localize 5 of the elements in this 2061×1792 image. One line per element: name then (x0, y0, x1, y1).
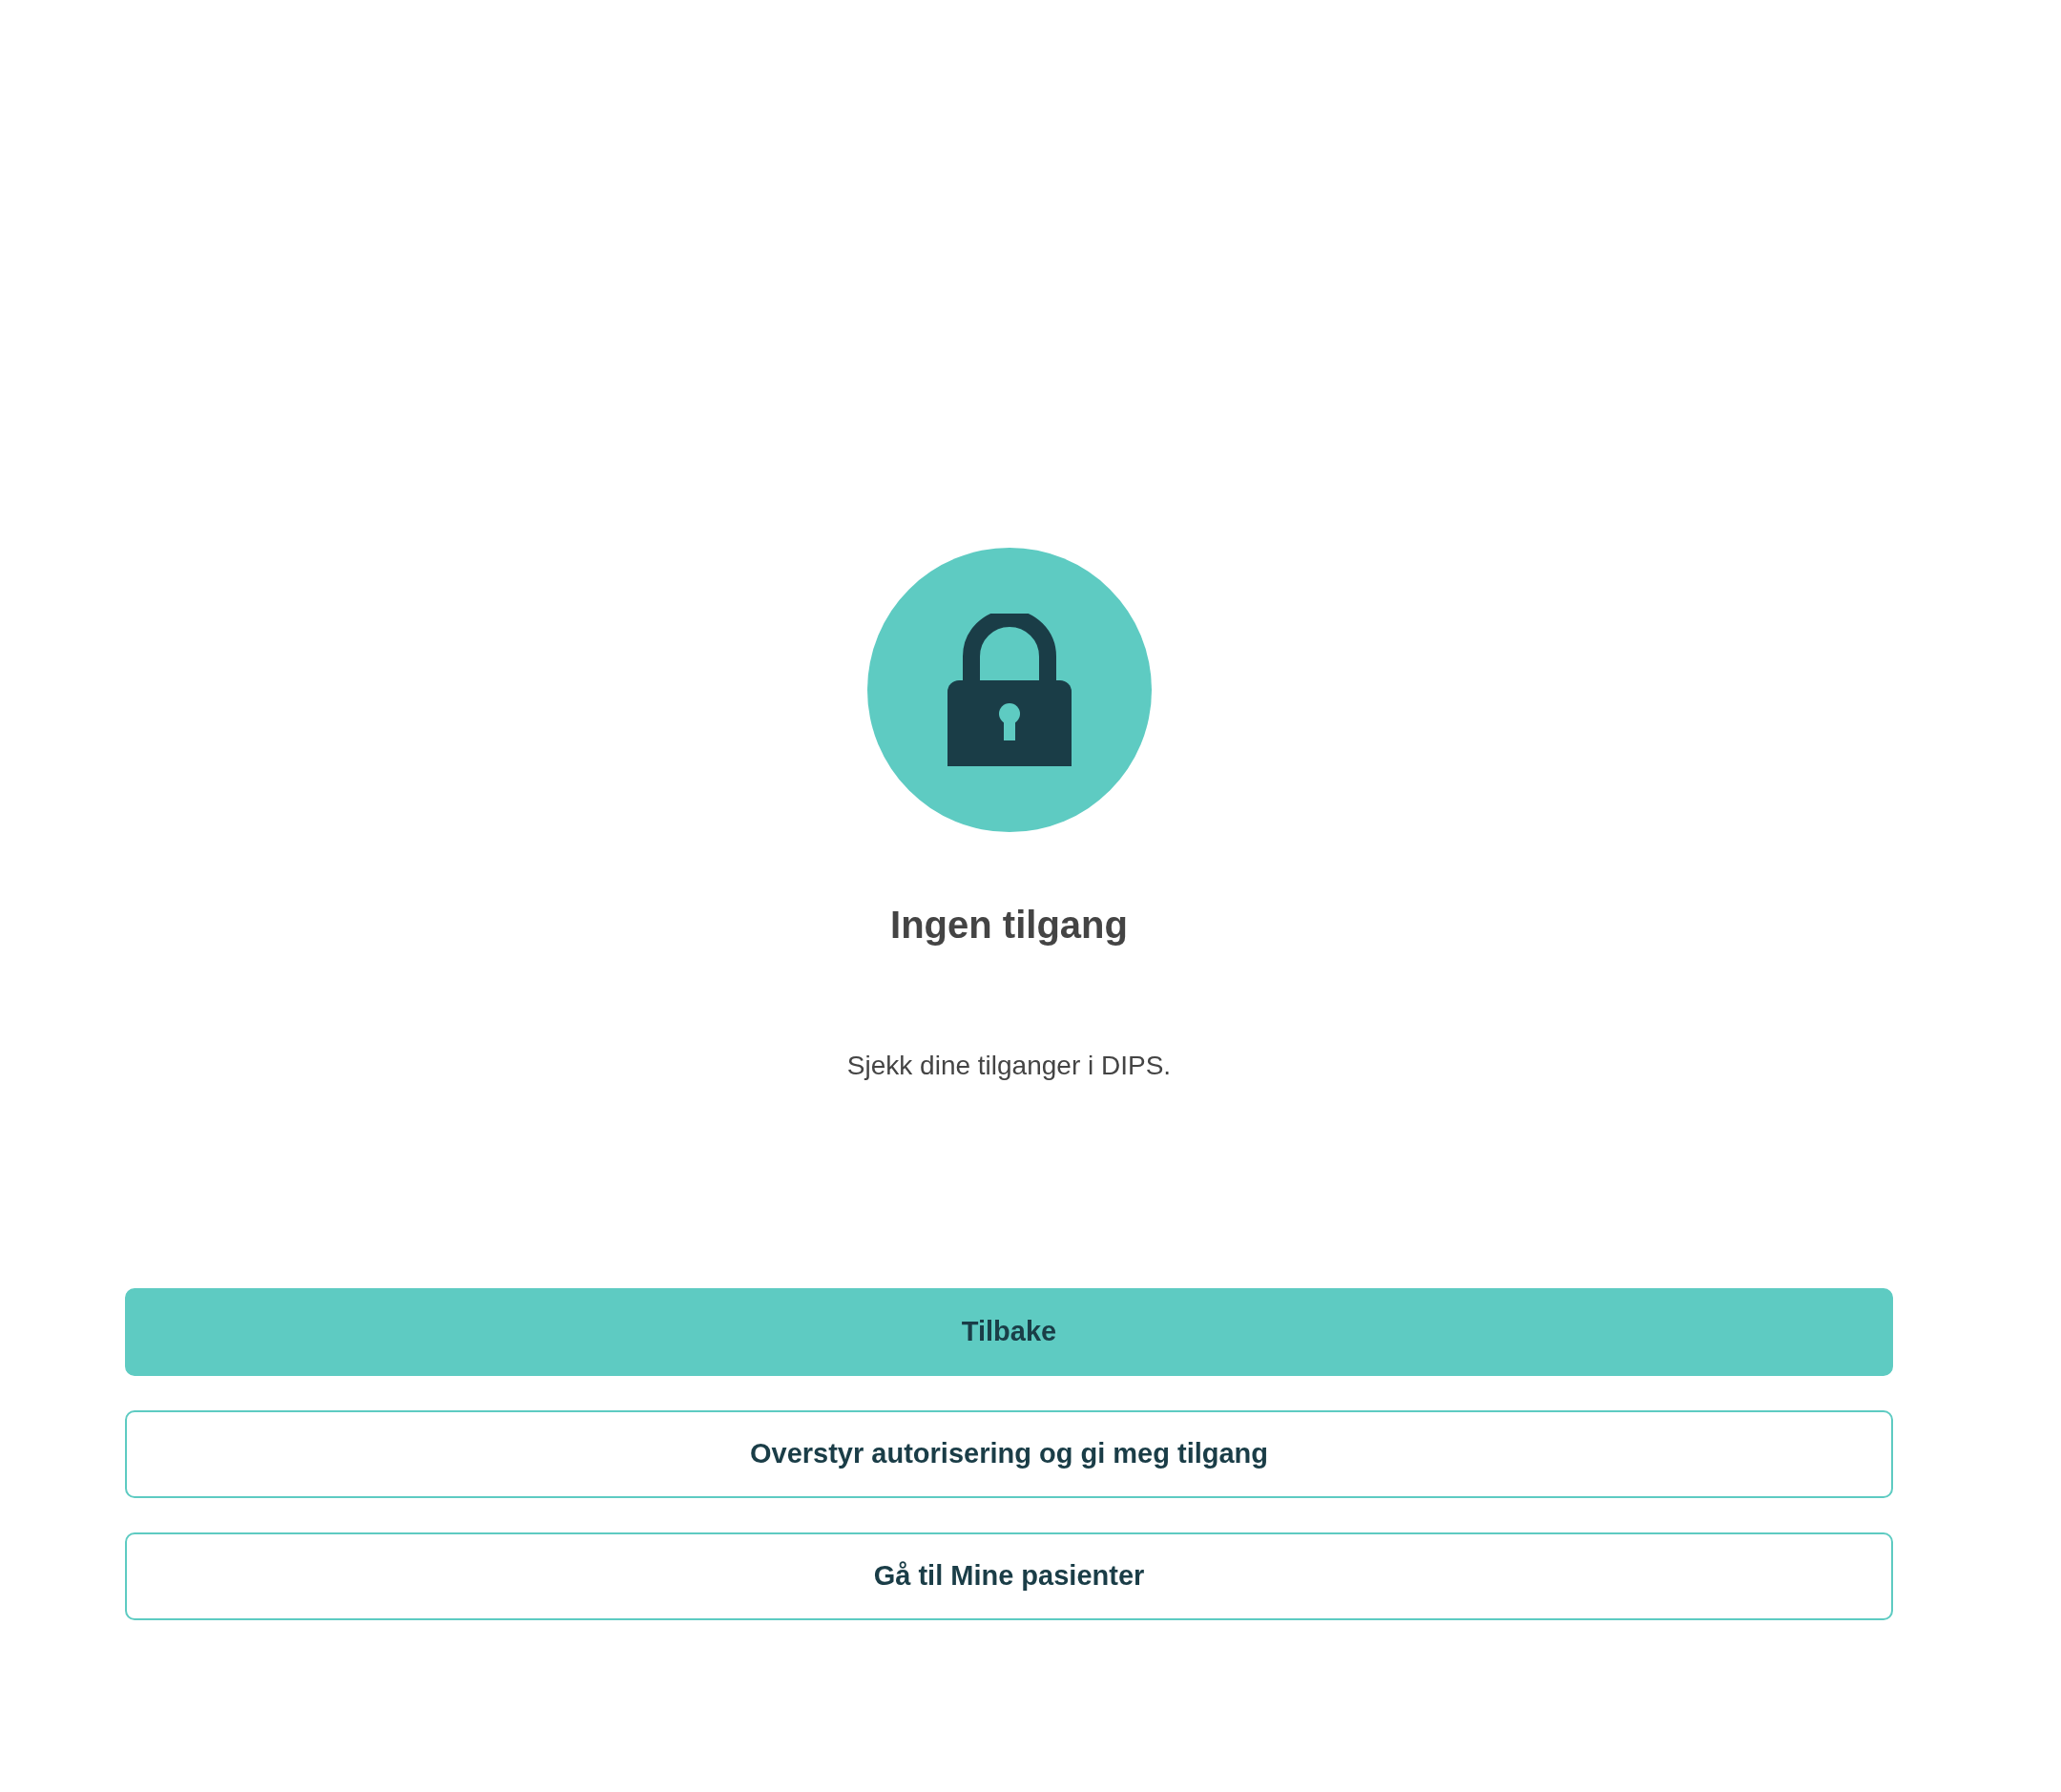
action-button[interactable]: Tilbake (125, 1288, 1893, 1376)
message-text: Sjekk dine tilganger i DIPS. (846, 1050, 1172, 1082)
action-button[interactable]: Gå til Mine pasienter (125, 1532, 1893, 1620)
page-title: Ingen tilgang (890, 903, 1128, 948)
action-button[interactable]: Overstyr autorisering og gi meg tilgang (125, 1410, 1893, 1498)
